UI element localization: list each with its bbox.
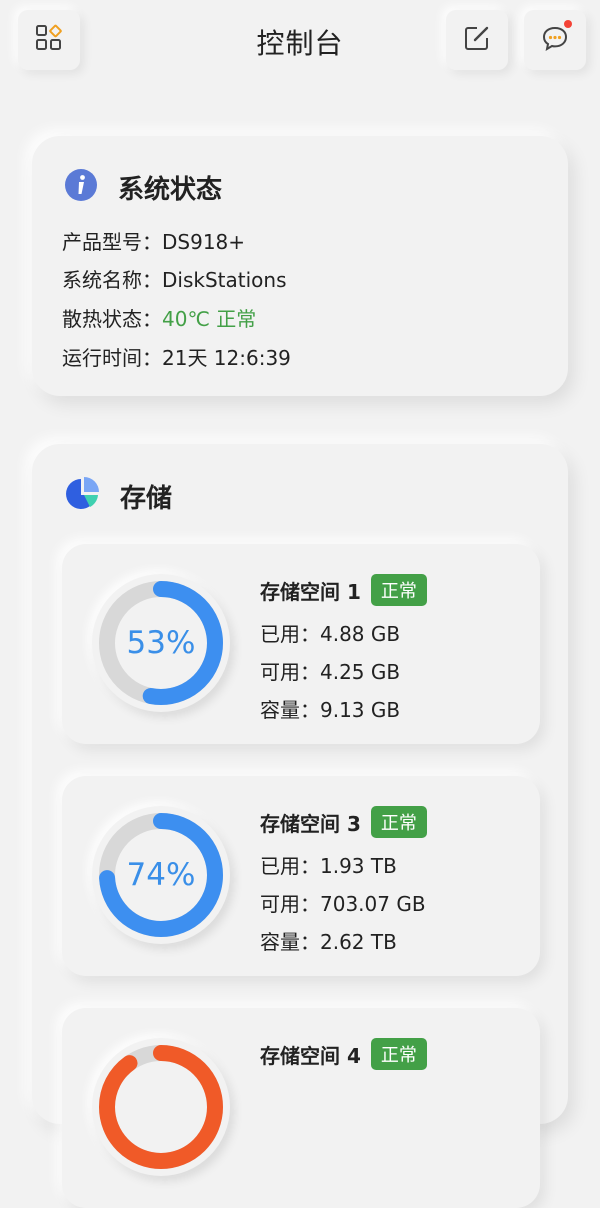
storage-name-text: 存储空间 4 — [260, 1043, 361, 1068]
storage-title: 存储 — [120, 483, 173, 514]
thermal-value: 40℃ 正常 — [162, 307, 257, 331]
edit-icon — [463, 24, 491, 56]
used-row: 已用：4.88 GB — [260, 618, 400, 647]
used-label: 已用： — [260, 854, 320, 878]
model-row: 产品型号：DS918+ — [62, 226, 245, 255]
capacity-value: 2.62 TB — [320, 930, 397, 954]
system-name-value: DiskStations — [162, 268, 287, 292]
capacity-row: 容量：2.62 TB — [260, 926, 397, 955]
system-status-header: 系统状态 — [64, 168, 222, 206]
capacity-value: 9.13 GB — [320, 698, 401, 722]
model-value: DS918+ — [162, 230, 246, 254]
message-icon — [540, 20, 572, 57]
used-value: 1.93 TB — [320, 854, 397, 878]
capacity-label: 容量： — [260, 930, 320, 954]
usage-percent: 74% — [126, 857, 196, 893]
status-badge: 正常 — [370, 1038, 427, 1070]
uptime-label: 运行时间： — [62, 346, 162, 370]
storage-name-text: 存储空间 3 — [260, 811, 361, 836]
edit-button[interactable] — [446, 10, 508, 70]
free-value: 703.07 GB — [320, 892, 426, 916]
used-label: 已用： — [260, 622, 320, 646]
pie-chart-icon — [64, 476, 100, 516]
storage-header: 存储 — [64, 476, 172, 516]
used-row: 已用：1.93 TB — [260, 850, 397, 879]
storage-name-text: 存储空间 1 — [260, 579, 361, 604]
uptime-row: 运行时间：21天 12:6:39 — [62, 342, 291, 371]
capacity-label: 容量： — [260, 698, 320, 722]
system-name-label: 系统名称： — [62, 268, 162, 292]
usage-percent: 53% — [126, 625, 196, 661]
status-badge: 正常 — [370, 574, 427, 606]
usage-ring — [92, 1038, 230, 1176]
storage-item-1[interactable]: 53% 存储空间 1 正常 已用：4.88 GB 可用：4.25 GB 容量：9… — [62, 544, 540, 744]
storage-card: 存储 53% 存储空间 1 正常 已用：4.88 GB 可用：4.25 GB 容… — [32, 444, 568, 1208]
free-label: 可用： — [260, 660, 320, 684]
free-value: 4.25 GB — [320, 660, 401, 684]
free-row: 可用：4.25 GB — [260, 656, 400, 685]
status-badge: 正常 — [370, 806, 427, 838]
used-value: 4.88 GB — [320, 622, 401, 646]
info-icon — [64, 168, 98, 206]
uptime-value: 21天 12:6:39 — [162, 346, 291, 370]
system-status-card: 系统状态 产品型号：DS918+ 系统名称：DiskStations 散热状态：… — [32, 136, 568, 396]
storage-name: 存储空间 1 正常 — [260, 574, 427, 606]
system-name-row: 系统名称：DiskStations — [62, 264, 286, 293]
storage-name: 存储空间 4 正常 — [260, 1038, 427, 1070]
free-row: 可用：703.07 GB — [260, 888, 426, 917]
notification-dot — [564, 20, 572, 28]
usage-ring: 74% — [92, 806, 230, 944]
top-bar: 控制台 — [0, 0, 600, 90]
free-label: 可用： — [260, 892, 320, 916]
usage-ring: 53% — [92, 574, 230, 712]
storage-name: 存储空间 3 正常 — [260, 806, 427, 838]
thermal-label: 散热状态： — [62, 307, 162, 331]
messages-button[interactable] — [524, 10, 586, 70]
model-label: 产品型号： — [62, 230, 162, 254]
page-title: 控制台 — [256, 27, 344, 60]
storage-item-3[interactable]: 74% 存储空间 3 正常 已用：1.93 TB 可用：703.07 GB 容量… — [62, 776, 540, 976]
thermal-row: 散热状态：40℃ 正常 — [62, 303, 256, 332]
storage-item-4[interactable]: 存储空间 4 正常 — [62, 1008, 540, 1208]
system-status-title: 系统状态 — [118, 174, 223, 205]
capacity-row: 容量：9.13 GB — [260, 694, 400, 723]
